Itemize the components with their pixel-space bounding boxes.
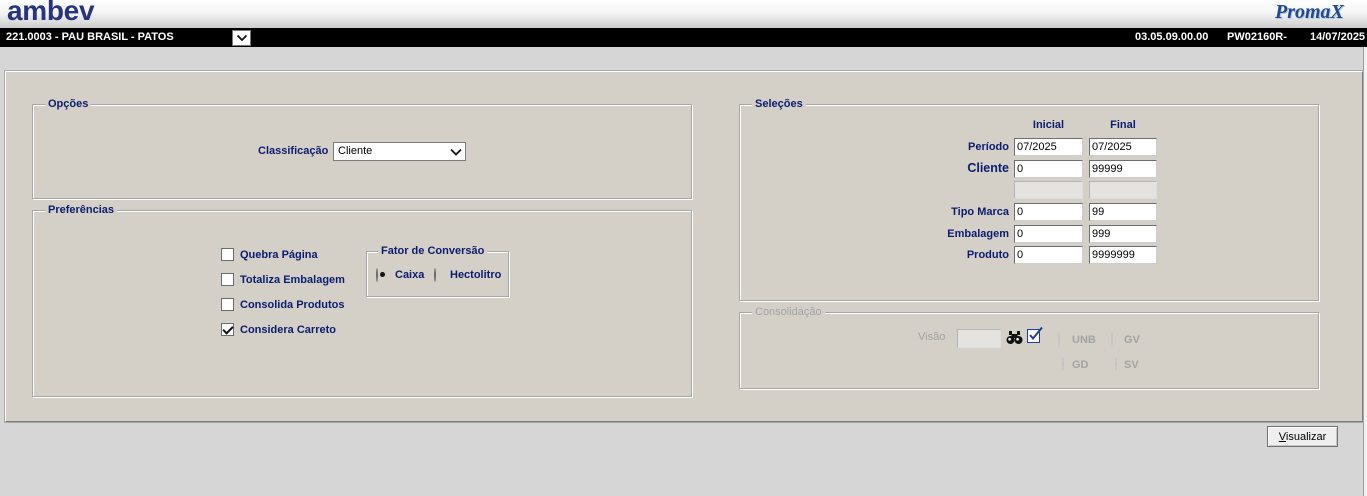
preferencias-group: Preferências bbox=[32, 203, 692, 397]
context-bar: 221.0003 - PAU BRASIL - PATOS 03.05.09.0… bbox=[0, 28, 1367, 47]
consolida-produtos-checkbox[interactable] bbox=[221, 298, 234, 311]
program-label: PW02160R- bbox=[1227, 31, 1287, 43]
unit-select-value: 221.0003 - PAU BRASIL - PATOS bbox=[6, 31, 174, 43]
visao-input[interactable] bbox=[957, 329, 1001, 348]
sv-radio[interactable] bbox=[1115, 357, 1117, 371]
periodo-label: Período bbox=[968, 141, 1009, 153]
window-edge bbox=[1363, 47, 1367, 496]
consolidacao-legend: Consolidação bbox=[752, 305, 825, 319]
totaliza-embalagem-label: Totaliza Embalagem bbox=[240, 273, 345, 286]
considera-carreto-checkbox[interactable] bbox=[221, 323, 234, 336]
ambev-logo: ambev bbox=[7, 0, 95, 26]
visao-label: Visão bbox=[918, 331, 946, 343]
embalagem-inicial-input[interactable] bbox=[1014, 225, 1083, 243]
cliente-final-input[interactable] bbox=[1089, 160, 1157, 178]
fator-conversao-legend: Fator de Conversão bbox=[378, 244, 488, 258]
embalagem-label: Embalagem bbox=[947, 228, 1009, 240]
hectolitro-radio[interactable] bbox=[434, 268, 436, 282]
embalagem-final-input[interactable] bbox=[1089, 225, 1157, 243]
caixa-radio[interactable] bbox=[376, 268, 378, 282]
classificacao-select[interactable]: Cliente bbox=[333, 142, 466, 161]
consolida-produtos-label: Consolida Produtos bbox=[240, 298, 345, 311]
hectolitro-label: Hectolitro bbox=[450, 269, 502, 281]
classificacao-label: Classificação bbox=[258, 145, 329, 157]
col-final-header: Final bbox=[1110, 119, 1136, 131]
unb-label: UNB bbox=[1072, 334, 1096, 346]
chevron-down-icon[interactable] bbox=[232, 30, 251, 46]
considera-carreto-option[interactable]: Considera Carreto bbox=[221, 322, 336, 337]
gv-label: GV bbox=[1124, 334, 1140, 346]
produto-final-input[interactable] bbox=[1089, 246, 1157, 264]
caixa-label: Caixa bbox=[395, 269, 425, 281]
classificacao-select-value: Cliente bbox=[338, 145, 373, 157]
edit-check-icon[interactable] bbox=[1026, 326, 1044, 344]
periodo-final-input[interactable] bbox=[1089, 138, 1157, 156]
produto-label: Produto bbox=[966, 249, 1009, 261]
promax-logo: PromaX bbox=[1275, 1, 1344, 23]
opcoes-legend: Opções bbox=[45, 97, 92, 111]
blank-inicial-input bbox=[1014, 181, 1083, 199]
visualizar-button-label: Visualizar bbox=[1278, 430, 1327, 443]
sv-label: SV bbox=[1124, 359, 1139, 371]
binoculars-icon[interactable] bbox=[1006, 330, 1023, 345]
gd-radio[interactable] bbox=[1062, 357, 1064, 371]
consolidacao-group: Consolidação bbox=[739, 305, 1319, 389]
tipo-marca-final-input[interactable] bbox=[1089, 203, 1157, 221]
unb-radio[interactable] bbox=[1058, 332, 1060, 346]
blank-final-input bbox=[1089, 181, 1157, 199]
totaliza-embalagem-checkbox[interactable] bbox=[221, 273, 234, 286]
considera-carreto-label: Considera Carreto bbox=[240, 323, 336, 336]
col-inicial-header: Inicial bbox=[1032, 119, 1065, 131]
cliente-label: Cliente bbox=[967, 161, 1009, 175]
quebra-pagina-option[interactable]: Quebra Página bbox=[221, 247, 318, 262]
version-label: 03.05.09.00.00 bbox=[1135, 31, 1209, 43]
produto-inicial-input[interactable] bbox=[1014, 246, 1083, 264]
cliente-inicial-input[interactable] bbox=[1014, 160, 1083, 178]
preferencias-legend: Preferências bbox=[45, 203, 118, 217]
visualizar-button[interactable]: Visualizar bbox=[1267, 426, 1338, 447]
tipo-marca-label: Tipo Marca bbox=[951, 206, 1009, 218]
selecoes-legend: Seleções bbox=[752, 97, 806, 111]
gd-label: GD bbox=[1072, 359, 1089, 371]
date-label: 14/07/2025 bbox=[1310, 31, 1366, 43]
quebra-pagina-label: Quebra Página bbox=[240, 248, 318, 261]
tipo-marca-inicial-input[interactable] bbox=[1014, 203, 1083, 221]
app-header: ambev PromaX bbox=[0, 0, 1367, 28]
gv-radio[interactable] bbox=[1111, 332, 1113, 346]
unit-select[interactable]: 221.0003 - PAU BRASIL - PATOS bbox=[3, 30, 252, 46]
consolida-produtos-option[interactable]: Consolida Produtos bbox=[221, 297, 345, 312]
quebra-pagina-checkbox[interactable] bbox=[221, 248, 234, 261]
totaliza-embalagem-option[interactable]: Totaliza Embalagem bbox=[221, 272, 345, 287]
chevron-down-icon[interactable] bbox=[449, 145, 463, 159]
periodo-inicial-input[interactable] bbox=[1014, 138, 1083, 156]
